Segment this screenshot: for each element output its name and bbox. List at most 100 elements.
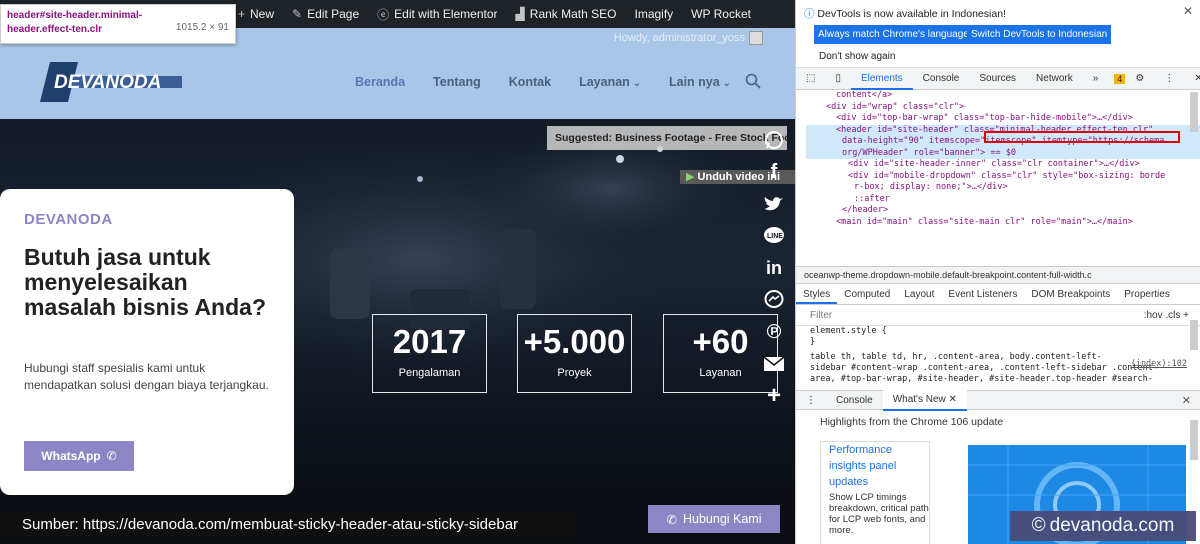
devtools-panel: ⓘ DevTools is now available in Indonesia… [795,0,1200,544]
tab-network[interactable]: Network [1026,68,1083,90]
nav-tentang[interactable]: Tentang [433,75,481,89]
switch-language-button[interactable]: Switch DevTools to Indonesian [967,25,1112,44]
pinterest-icon[interactable]: ℗ [757,316,791,348]
device-icon[interactable]: ▯ [825,68,851,90]
messenger-icon[interactable] [757,284,791,316]
dom-node[interactable]: ::after [806,194,1200,206]
dom-node-selected-cont[interactable]: org/WPHeader" role="banner"> == $0 [806,147,1200,159]
tab-styles[interactable]: Styles [796,285,838,304]
tab-console[interactable]: Console [913,68,970,90]
tab-elements[interactable]: Elements [850,68,913,90]
avatar[interactable] [749,31,763,45]
nav-lainnya[interactable]: Lain nya [669,75,731,89]
dom-node[interactable]: <div id="mobile-dropdown" class="clr" st… [806,171,1200,183]
card-heading: Butuh jasa untuk menyelesaikan masalah b… [24,244,266,320]
whatsapp-icon: ✆ [666,512,677,527]
gear-icon[interactable]: ⚙ [1125,68,1154,90]
close-icon[interactable]: ✕ [1184,68,1200,90]
nav-layanan[interactable]: Layanan [579,75,641,89]
rankmath-icon: ▟ [515,7,525,21]
tab-sources[interactable]: Sources [969,68,1026,90]
styles-filter-input[interactable]: Filter :hov .cls + [796,306,1200,326]
share-bar: f LINE in ℗ + [757,124,791,414]
close-icon[interactable]: ✕ [1183,4,1193,18]
filter-controls[interactable]: :hov .cls + [1144,306,1189,326]
logo[interactable]: DEVANODA [40,62,182,102]
dom-node[interactable]: </header> [806,205,1200,217]
adminbar-wprocket[interactable]: WP Rocket [691,7,751,21]
style-source-link[interactable]: (index):102 [1131,359,1187,370]
tooltip-selector: header#site-header.minimal-header.effect… [7,10,143,35]
adminbar-rankmath[interactable]: ▟ Rank Math SEO [516,7,617,21]
drawer-tab-whats-new[interactable]: What's New ✕ [882,389,967,411]
kebab-menu-icon[interactable]: ⋮ [796,391,826,410]
warnings-badge[interactable]: 4 [1114,73,1126,84]
whatsapp-icon: ✆ [106,449,117,463]
style-rule-line[interactable]: element.style { [810,326,1200,337]
tab-properties[interactable]: Properties [1117,285,1177,304]
twitter-icon[interactable] [757,188,791,220]
whats-new-link[interactable]: Performance [821,442,929,458]
dom-breadcrumb[interactable]: oceanwp-theme.dropdown-mobile.default-br… [796,266,1200,284]
main-nav: Beranda Tentang Kontak Layanan Lain nya [355,75,731,89]
whats-new-item[interactable]: Performance insights panel updates Show … [820,441,930,544]
linkedin-icon[interactable]: in [757,252,791,284]
whatsapp-button[interactable]: WhatsApp ✆ [24,441,134,471]
drawer-tab-console[interactable]: Console [826,391,883,410]
screenshot-root: + New ✎ Edit Page ⓔ Edit with Elementor ▟ Ra… [0,0,1200,544]
adminbar-new[interactable]: + New [238,7,274,21]
whats-new-link[interactable]: insights panel [821,458,929,474]
dom-node[interactable]: r-box; display: none;">…</div> [806,182,1200,194]
whats-new-text: Show LCP timings breakdown, critical pat… [829,492,929,536]
tooltip-size: 1015.2 × 91 [175,22,229,33]
whatsapp-icon[interactable] [757,124,791,156]
scrollbar[interactable] [1190,92,1198,132]
info-icon: ⓘ [804,8,815,20]
dom-node[interactable]: <main id="main" class="site-main clr" ro… [806,217,1200,229]
stat-box: +5.000 Proyek [517,314,632,393]
more-tabs-icon[interactable]: » [1083,68,1109,90]
logo-text: DEVANODA [54,72,161,93]
class-highlight-box [984,131,1180,143]
hero-card: DEVANODA Butuh jasa untuk menyelesaikan … [0,189,294,495]
inspect-icon[interactable]: ⬚ [796,68,825,90]
howdy-text[interactable]: Howdy, administrator_yoss [614,32,745,44]
adminbar-edit-page[interactable]: ✎ Edit Page [292,7,359,21]
drawer-tabs: ⋮ Console What's New ✕ ✕ [796,389,1200,411]
email-icon[interactable] [757,348,791,380]
svg-text:LINE: LINE [767,233,783,240]
dom-node[interactable]: <div id="site-header-inner" class="clr c… [806,159,1200,171]
plus-icon: + [238,7,246,21]
tab-dom-breakpoints[interactable]: DOM Breakpoints [1024,285,1117,304]
adminbar-elementor[interactable]: ⓔ Edit with Elementor [377,6,497,23]
nav-kontak[interactable]: Kontak [509,75,551,89]
suggested-video-banner[interactable]: Suggested: Business Footage - Free Stock… [547,126,787,150]
hubungi-kami-button[interactable]: ✆ Hubungi Kami [648,505,780,533]
scrollbar[interactable] [1190,320,1198,350]
nav-beranda[interactable]: Beranda [355,75,405,89]
tab-layout[interactable]: Layout [897,285,941,304]
line-icon[interactable]: LINE [757,220,791,252]
dom-node[interactable]: content</a> [806,90,1200,102]
tab-event-listeners[interactable]: Event Listeners [941,285,1024,304]
tab-computed[interactable]: Computed [837,285,897,304]
dont-show-button[interactable]: Don't show again [819,51,895,62]
adminbar-imagify[interactable]: Imagify [634,7,673,21]
stat-label: Proyek [557,367,592,379]
stat-number: 2017 [392,323,467,360]
card-text: Hubungi staff spesialis kami untuk menda… [24,361,269,392]
stat-number: +5.000 [523,323,626,360]
close-icon[interactable]: ✕ [1182,394,1191,407]
scrollbar[interactable] [1190,420,1198,460]
kebab-menu-icon[interactable]: ⋮ [1154,68,1184,90]
search-icon[interactable] [745,73,761,89]
style-tabs: Styles Computed Layout Event Listeners D… [796,285,1200,305]
card-brand: DEVANODA [24,211,113,228]
match-language-button[interactable]: Always match Chrome's language [814,25,973,44]
facebook-icon[interactable]: f [757,156,791,188]
website-viewport: + New ✎ Edit Page ⓔ Edit with Elementor ▟ Ra… [0,0,795,544]
dom-node[interactable]: <div id="top-bar-wrap" class="top-bar-hi… [806,113,1200,125]
plus-icon[interactable]: + [757,380,791,412]
whats-new-link[interactable]: updates [821,474,929,490]
dom-node[interactable]: <div id="wrap" class="clr"> [806,102,1200,114]
